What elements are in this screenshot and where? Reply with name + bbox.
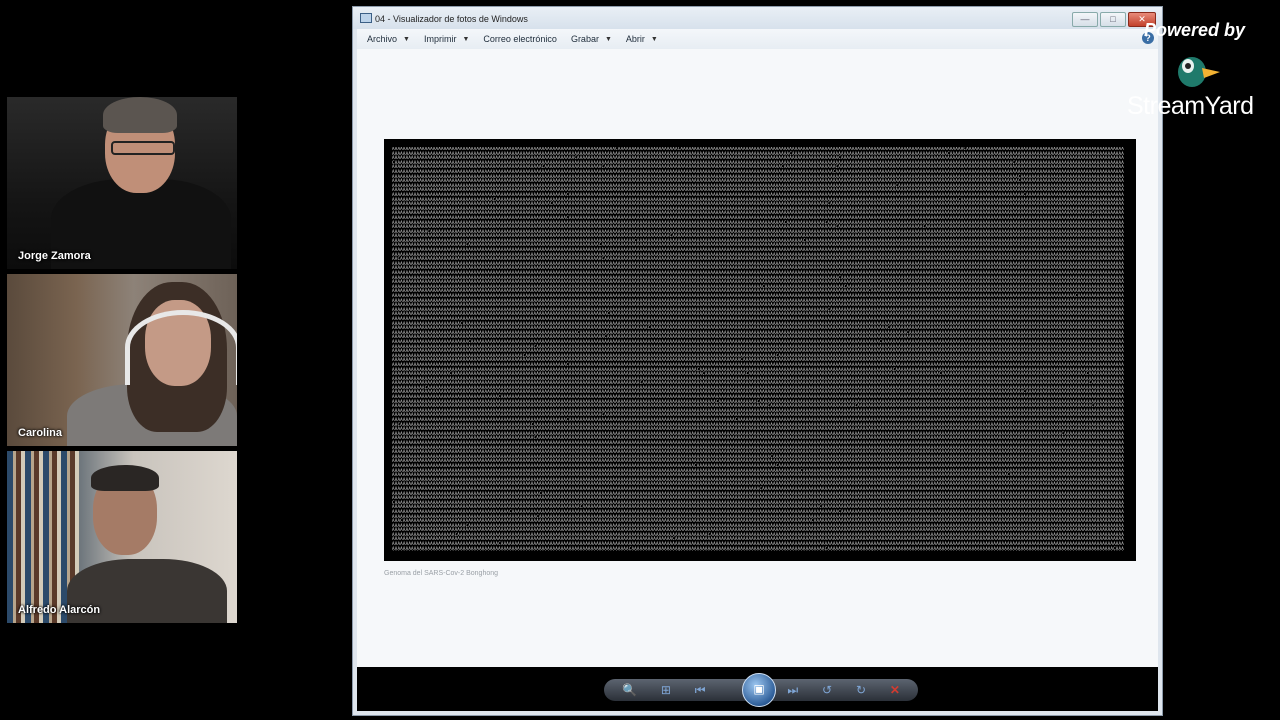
menu-label: Correo electrónico (483, 34, 557, 44)
participant-tile-jorge: Jorge Zamora (7, 97, 237, 269)
menu-label: Imprimir (423, 34, 457, 44)
app-icon (360, 13, 372, 23)
participant-video-glasses (111, 141, 175, 155)
participant-video-hair (103, 97, 177, 133)
participant-tile-alfredo: Alfredo Alarcón (7, 451, 237, 623)
participant-name: Carolina (18, 427, 63, 439)
previous-icon[interactable]: ⏮ (695, 679, 706, 701)
menu-imprimir[interactable]: Imprimir ▼ (424, 34, 469, 44)
genome-sequence-image: AAAAAAAAAAAAAAAAAAAAAAAAAAAAAAAAAAAAAAAA… (392, 147, 1124, 551)
next-icon[interactable]: ⏭ (787, 679, 798, 701)
displayed-image: AAAAAAAAAAAAAAAAAAAAAAAAAAAAAAAAAAAAAAAA… (384, 139, 1136, 561)
menu-label: Archivo (367, 34, 398, 44)
menu-grabar[interactable]: Grabar ▼ (571, 34, 612, 44)
window-title: 04 - Visualizador de fotos de Windows (375, 14, 528, 24)
chevron-down-icon: ▼ (403, 35, 410, 43)
title-bar[interactable]: 04 - Visualizador de fotos de Windows — … (353, 7, 1162, 29)
zoom-icon[interactable]: 🔍 (622, 679, 637, 701)
menu-label: Abrir (625, 34, 645, 44)
chevron-down-icon: ▼ (604, 35, 612, 43)
participant-video-hair (91, 465, 159, 491)
rotate-left-icon[interactable]: ↺ (822, 679, 832, 701)
participant-name: Alfredo Alarcón (18, 604, 101, 616)
chevron-down-icon: ▼ (650, 35, 658, 43)
menu-archivo[interactable]: Archivo ▼ (367, 34, 410, 44)
minimize-button[interactable]: — (1072, 12, 1098, 27)
viewer-control-bar: 🔍 ⊞ ⏮ ⏭ ↺ ↻ ✕ ▣ (357, 667, 1158, 711)
participant-tile-carolina: Carolina (7, 274, 237, 446)
streamyard-duck-logo-icon (1178, 57, 1220, 87)
delete-icon[interactable]: ✕ (890, 679, 900, 701)
photo-viewer-window: 04 - Visualizador de fotos de Windows — … (352, 6, 1163, 716)
fit-window-icon[interactable]: ⊞ (661, 679, 671, 701)
menu-abrir[interactable]: Abrir ▼ (626, 34, 658, 44)
menu-label: Grabar (570, 34, 599, 44)
chevron-down-icon: ▼ (462, 35, 470, 43)
image-caption: Genoma del SARS-Cov-2 Bonghong (384, 570, 499, 577)
slideshow-button[interactable]: ▣ (742, 673, 776, 707)
menu-correo[interactable]: Correo electrónico (483, 34, 557, 44)
brand-name: StreamYard (1127, 92, 1254, 120)
menu-bar: Archivo ▼ Imprimir ▼ Correo electrónico Gr… (357, 29, 1158, 49)
rotate-right-icon[interactable]: ↻ (856, 679, 866, 701)
maximize-button[interactable]: □ (1100, 12, 1126, 27)
powered-by-text: Powered by (1144, 20, 1246, 40)
participant-name: Jorge Zamora (18, 250, 91, 262)
headset-icon (125, 310, 237, 385)
image-canvas: AAAAAAAAAAAAAAAAAAAAAAAAAAAAAAAAAAAAAAAA… (357, 49, 1158, 667)
